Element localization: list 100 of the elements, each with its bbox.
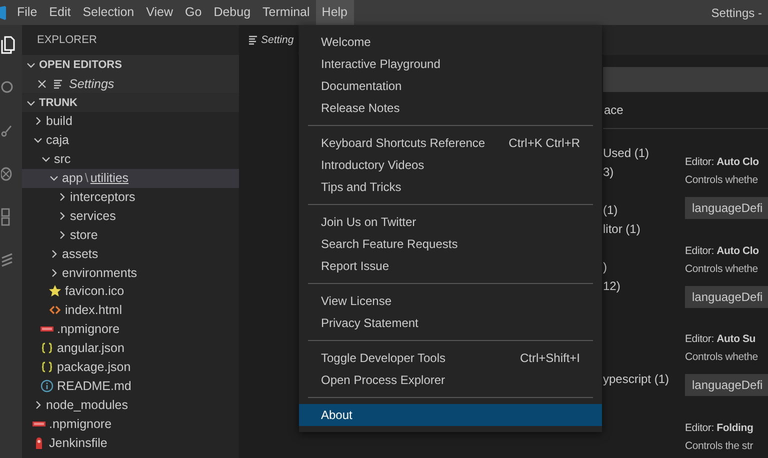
tree-item-label: favicon.ico xyxy=(65,284,124,298)
menu-item[interactable]: Search Feature Requests xyxy=(299,233,602,255)
tree-item[interactable]: node_modules xyxy=(22,395,239,414)
tree-item[interactable]: favicon.ico xyxy=(22,282,239,301)
tree-item-label: caja xyxy=(46,133,69,148)
setting-description: Controls whethe xyxy=(685,262,759,276)
menu-item-label: Search Feature Requests xyxy=(321,237,458,251)
menu-item[interactable]: Open Process Explorer xyxy=(299,369,602,391)
setting-dropdown[interactable]: languageDefi xyxy=(685,286,768,308)
tree-item[interactable]: services xyxy=(22,206,239,226)
tree-item[interactable]: README.md xyxy=(22,376,239,396)
toc-item[interactable]: Used (1) xyxy=(603,144,685,163)
setting-dropdown[interactable]: languageDefi xyxy=(685,374,768,396)
document-lines-icon xyxy=(248,35,258,45)
open-editor-label: Settings xyxy=(69,76,114,90)
tree-item[interactable]: assets xyxy=(22,244,239,264)
braces-icon xyxy=(40,341,54,356)
setting-dropdown[interactable]: languageDefi xyxy=(685,197,768,219)
tree-item[interactable]: store xyxy=(22,225,239,244)
tree-item-label: angular.json xyxy=(57,341,124,356)
menu-item[interactable]: Welcome xyxy=(299,31,602,53)
tree-item[interactable]: angular.json xyxy=(22,338,239,358)
section-title: OPEN EDITORS xyxy=(39,58,122,70)
tree-item[interactable]: package.json xyxy=(22,358,239,376)
tree-item[interactable]: environments xyxy=(22,263,239,282)
toc-item[interactable]: 12) xyxy=(603,277,685,296)
menu-item-label: Toggle Developer Tools xyxy=(321,351,446,365)
tree-item-label: README.md xyxy=(57,378,132,393)
files-icon[interactable] xyxy=(1,36,15,54)
open-editor-item[interactable]: Settings xyxy=(22,74,239,93)
tree-item[interactable]: build xyxy=(22,112,239,131)
menu-item-label: Tips and Tricks xyxy=(321,180,402,194)
tree-item-label: node_modules xyxy=(46,398,128,412)
menu-item[interactable]: Tips and Tricks xyxy=(299,176,602,198)
tree-item[interactable]: .npmignore xyxy=(22,320,239,339)
menu-item-label: Welcome xyxy=(321,35,371,49)
tree-item[interactable]: caja xyxy=(22,130,239,150)
tree-item[interactable]: src xyxy=(22,150,239,169)
menu-item[interactable]: Report Issue xyxy=(299,255,602,277)
tree-item-label: src xyxy=(54,152,71,166)
section-header[interactable]: TRUNK xyxy=(22,93,239,112)
editor-tab[interactable]: Setting xyxy=(239,25,298,55)
menu-item[interactable]: View License xyxy=(299,290,602,312)
tree-item-label: store xyxy=(70,228,98,242)
close-icon[interactable] xyxy=(37,78,47,88)
menu-item-label: Keyboard Shortcuts Reference xyxy=(321,136,486,150)
toc-item[interactable]: litor (1) xyxy=(603,220,685,239)
menu-item[interactable]: About xyxy=(299,404,602,426)
toc-item[interactable]: ypescript (1) xyxy=(603,370,685,389)
section-title: TRUNK xyxy=(39,96,78,108)
setting-description: Controls the str xyxy=(685,438,754,454)
toc-item[interactable]: ) xyxy=(603,258,685,277)
search-field[interactable] xyxy=(603,67,768,92)
menu-bar-item[interactable]: Terminal xyxy=(256,0,316,25)
menu-item-label: Documentation xyxy=(321,79,402,93)
toc-item[interactable]: 3) xyxy=(603,163,685,182)
tree-item[interactable]: interceptors xyxy=(22,188,239,206)
section-header[interactable]: OPEN EDITORS xyxy=(22,55,239,74)
toc-item[interactable]: (1) xyxy=(603,201,685,220)
menu-item-label: Privacy Statement xyxy=(321,316,418,330)
tree-item-label: index.html xyxy=(65,303,122,318)
tree-item-label: app xyxy=(62,171,83,186)
tree-item-label: .npmignore xyxy=(57,322,120,336)
sidebar-title: EXPLORER xyxy=(36,33,98,48)
tree-item[interactable]: .npmignore xyxy=(22,414,239,434)
menu-bar-item[interactable]: Help xyxy=(316,0,354,25)
setting-description: Controls whethe xyxy=(685,350,759,365)
menu-item[interactable]: Toggle Developer Tools Ctrl+Shift+I xyxy=(299,347,602,369)
menu-item-label: Join Us on Twitter xyxy=(321,215,416,229)
menu-item[interactable]: Documentation xyxy=(299,75,602,97)
stacked-layers-icon[interactable] xyxy=(1,252,15,268)
menu-item[interactable]: Privacy Statement xyxy=(299,312,602,334)
menu-bar-item[interactable]: Go xyxy=(179,0,208,25)
menu-bar-item[interactable]: Debug xyxy=(208,0,257,25)
tree-item[interactable]: Jenkinsfile xyxy=(22,433,239,452)
setting-description: Controls whethe xyxy=(685,173,759,188)
menu-bar-item[interactable]: View xyxy=(140,0,180,25)
tree-item-label: environments xyxy=(62,266,138,280)
menu-bar-item[interactable]: Edit xyxy=(43,0,77,25)
tree-item-label: package.json xyxy=(57,360,131,374)
braces-icon xyxy=(40,360,54,374)
menu-item-label: Open Process Explorer xyxy=(321,373,446,387)
menu-bar-item[interactable]: Selection xyxy=(76,0,140,25)
tree-item[interactable]: index.html xyxy=(22,300,239,320)
menu-item[interactable]: Introductory Videos xyxy=(299,154,602,176)
app-logo-icon xyxy=(0,6,6,20)
window-title: Settings - xyxy=(711,6,762,20)
tree-item-label[interactable]: utilities xyxy=(90,171,129,186)
tree-item-label: services xyxy=(70,208,116,223)
menu-item[interactable]: Keyboard Shortcuts Reference Ctrl+K Ctrl+R xyxy=(299,132,602,154)
menu-bar-item[interactable]: File xyxy=(11,0,44,25)
document-lines-icon xyxy=(53,78,63,88)
keyboard-shortcut: Ctrl+K Ctrl+R xyxy=(508,136,580,150)
menu-item[interactable]: Join Us on Twitter xyxy=(299,211,602,233)
tree-item[interactable]: app \ utilities xyxy=(22,168,239,188)
star-icon xyxy=(48,284,62,298)
scope-tab[interactable]: ace xyxy=(603,103,624,117)
menu-item[interactable]: Release Notes xyxy=(299,97,602,119)
path-separator: \ xyxy=(84,171,88,186)
menu-item[interactable]: Interactive Playground xyxy=(299,53,602,75)
